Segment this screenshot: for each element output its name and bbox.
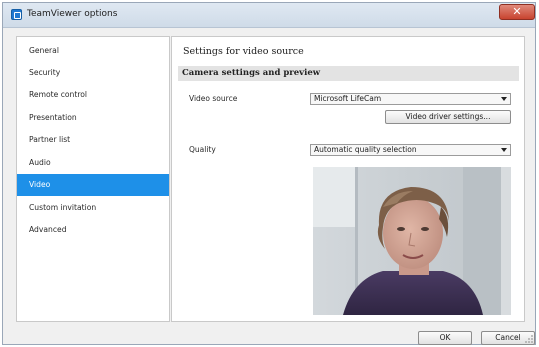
quality-select[interactable]: Automatic quality selection (310, 144, 511, 156)
close-button[interactable]: ✕ (499, 4, 535, 20)
sidebar-item-advanced[interactable]: Advanced (17, 219, 169, 241)
video-source-label: Video source (189, 94, 238, 103)
chevron-down-icon (501, 148, 507, 152)
sidebar-item-security[interactable]: Security (17, 62, 169, 84)
sidebar-item-custom-invitation[interactable]: Custom invitation (17, 197, 169, 219)
sidebar-item-general[interactable]: General (17, 40, 169, 62)
section-header: Camera settings and preview (178, 66, 519, 81)
window-title: TeamViewer options (27, 9, 118, 19)
chevron-down-icon (501, 97, 507, 101)
video-source-select[interactable]: Microsoft LifeCam (310, 93, 511, 105)
video-source-value: Microsoft LifeCam (314, 94, 382, 103)
camera-preview (313, 167, 511, 315)
sidebar-item-remote-control[interactable]: Remote control (17, 84, 169, 106)
quality-value: Automatic quality selection (314, 145, 417, 154)
page-title: Settings for video source (183, 46, 304, 57)
video-settings-panel: Settings for video source Camera setting… (171, 36, 525, 322)
sidebar: General Security Remote control Presenta… (16, 36, 170, 322)
sidebar-item-audio[interactable]: Audio (17, 152, 169, 174)
webcam-person-image (313, 167, 511, 315)
section-title: Camera settings and preview (182, 68, 321, 78)
resize-grip-icon[interactable] (524, 334, 534, 344)
sidebar-item-video[interactable]: Video (17, 174, 169, 196)
ok-button[interactable]: OK (418, 331, 472, 345)
video-driver-settings-button[interactable]: Video driver settings... (385, 110, 511, 124)
quality-label: Quality (189, 145, 216, 154)
options-window: TeamViewer options ✕ General Security Re… (2, 2, 536, 345)
title-bar[interactable]: TeamViewer options ✕ (3, 3, 535, 28)
sidebar-item-partner-list[interactable]: Partner list (17, 129, 169, 151)
teamviewer-app-icon (11, 9, 22, 20)
sidebar-item-presentation[interactable]: Presentation (17, 107, 169, 129)
